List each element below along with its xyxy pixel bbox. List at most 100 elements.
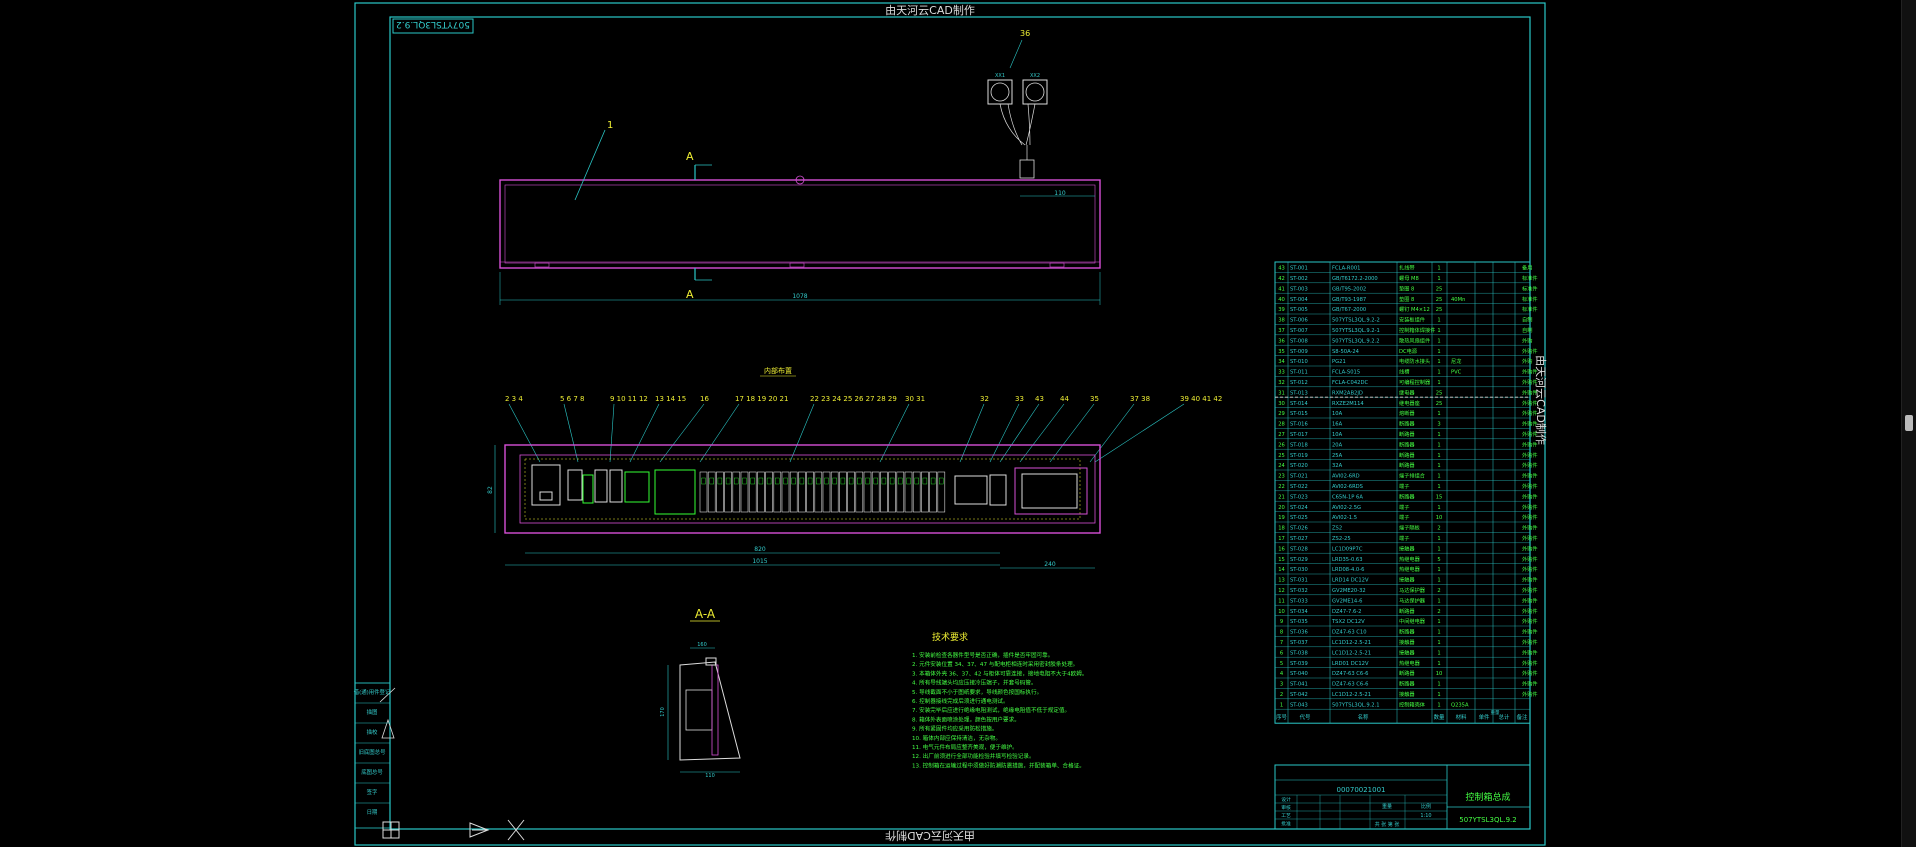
bom-cell: 端子隔板 <box>1399 524 1421 532</box>
bom-row: 16 ST-028 LC1D09P7C 接触器 1 外购件 <box>1278 544 1537 552</box>
vertical-scrollbar[interactable] <box>1901 0 1916 847</box>
callout-label: 2 3 4 <box>505 395 523 403</box>
bom-cell: 32A <box>1332 463 1343 469</box>
bom-cell: 36 <box>1278 338 1285 344</box>
title-block-scale-label: 比例 <box>1421 803 1431 810</box>
bom-cell: ST-003 <box>1290 286 1308 292</box>
bom-row: 43 ST-001 FCLA-R001 扎线带 1 备用 <box>1278 264 1532 272</box>
bom-cell: 1 <box>1437 546 1440 552</box>
bom-cell: 外购件 <box>1522 513 1538 521</box>
bom-cell: 垫圈 8 <box>1399 284 1414 292</box>
layout-dim-total: 1015 <box>752 558 767 565</box>
front-view[interactable]: 110 1 A A 1078 XX1 XX2 36 <box>499 29 1101 305</box>
bom-cell: 1 <box>1437 619 1440 625</box>
bom-cell: 外购件 <box>1522 565 1538 573</box>
bom-cell: RXM2AB2JD <box>1332 390 1363 396</box>
bom-row: 17 ST-027 ZS2-25 端子 1 外购件 <box>1278 534 1537 542</box>
bom-cell: 41 <box>1278 286 1285 292</box>
bom-cell: 1 <box>1437 702 1440 708</box>
bom-cell: 外购件 <box>1522 617 1538 625</box>
bom-cell: ST-029 <box>1290 557 1308 563</box>
bom-cell: LRD08-4.0-6 <box>1332 567 1364 573</box>
bom-cell: 垫圈 8 <box>1399 295 1414 303</box>
bom-cell: 26 <box>1278 442 1285 448</box>
bom-cell: 断路器 <box>1399 430 1415 438</box>
callout-label: 9 10 11 12 <box>610 395 648 403</box>
bom-cell: ST-043 <box>1290 702 1308 708</box>
bom-cell: ST-042 <box>1290 692 1308 698</box>
bom-row: 6 ST-038 LC1D12-2.5-21 接触器 1 外购件 <box>1280 648 1538 656</box>
bom-cell: 1 <box>1437 630 1440 636</box>
bom-cell: 控制箱体焊接件 <box>1399 326 1435 334</box>
tech-requirement-item: 11. 电气元件布局应整齐美观，便于维护。 <box>912 743 1018 751</box>
bom-cell: C65N-1P 6A <box>1332 494 1363 500</box>
bom-table[interactable]: 43 ST-001 FCLA-R001 扎线带 1 备用42 ST-002 GB/T6172.… <box>1274 261 1538 724</box>
bom-cell: ST-022 <box>1290 484 1308 490</box>
bom-cell: 标准件 <box>1522 284 1538 292</box>
bom-cell: FCLA-R001 <box>1332 266 1360 272</box>
bom-cell: 12 <box>1278 588 1285 594</box>
bom-cell: FCLA-S015 <box>1332 370 1360 376</box>
bom-row: 36 ST-008 507YTSL3QL.9.2.2 散热风扇组件 1 外购 <box>1278 336 1532 344</box>
bom-cell: 外购件 <box>1522 648 1538 656</box>
bom-cell: 外购 <box>1522 336 1532 344</box>
bom-row: 25 ST-019 25A 断路器 1 外购件 <box>1278 451 1537 459</box>
bom-cell: 1 <box>1437 380 1440 386</box>
bom-cell: 散热风扇组件 <box>1399 336 1430 344</box>
cad-drawing-canvas[interactable]: 由天河云CAD制作 由天河云CAD制作 由天河云CAD制作 507YTSL3QL… <box>0 0 1916 847</box>
tech-requirement-item: 6. 控制器接线完成后须进行通电测试。 <box>912 697 1009 705</box>
bom-cell: 外购件 <box>1522 638 1538 646</box>
watermark-bottom: 由天河云CAD制作 <box>885 829 975 843</box>
bom-cell: ST-025 <box>1290 515 1308 521</box>
bom-cell: 25 <box>1278 453 1285 459</box>
section-view[interactable]: A-A 160 170 110 <box>660 607 741 779</box>
bom-cell: 1 <box>1437 692 1440 698</box>
bom-cell: 25A <box>1332 453 1343 459</box>
bom-cell: 9 <box>1280 619 1283 625</box>
bom-cell: 继电器座 <box>1399 399 1420 407</box>
bom-cell: 17 <box>1278 536 1285 542</box>
fan-units[interactable]: XX1 XX2 36 <box>987 29 1048 179</box>
tech-requirements: 技术要求 1. 安装前检查各器件型号是否正确，插件是否牢固可靠。2. 元件安装位… <box>912 631 1087 769</box>
sign-row-label: 批准 <box>1281 820 1291 827</box>
bom-cell: ST-032 <box>1290 588 1308 594</box>
bom-row: 11 ST-033 GV2ME14-6 马达保护器 1 外购件 <box>1278 596 1537 604</box>
bom-cell: 1 <box>1437 442 1440 448</box>
tech-requirement-item: 13. 控制箱在运输过程中须做好防潮防震措施，并配装箱单、合格证。 <box>912 761 1085 769</box>
bom-cell: 13 <box>1278 578 1285 584</box>
bom-cell: 端子 <box>1399 534 1409 542</box>
bom-cell: 40 <box>1278 297 1285 303</box>
sign-row-label: 审核 <box>1281 804 1291 811</box>
left-strip-label: 日期 <box>367 809 378 816</box>
layout-dim-right: 240 <box>1044 561 1056 568</box>
bom-cell: 1 <box>1280 702 1283 708</box>
tech-requirement-item: 9. 所有紧固件均应采用防松措施。 <box>912 725 997 733</box>
bom-cell: 断路器 <box>1399 492 1415 500</box>
bom-cell: Q235A <box>1451 702 1469 708</box>
sign-row-label: 工艺 <box>1281 813 1291 819</box>
layout-view[interactable]: 内部布置 2 3 4 5 6 7 8 9 10 11 12 13 14 15 16 17 … <box>487 366 1222 569</box>
bom-cell: 1 <box>1437 505 1440 511</box>
bom-cell: LC1D12-2.5-21 <box>1332 650 1371 656</box>
bom-header-cell: 数量 <box>1434 713 1445 721</box>
bom-cell: 外购件 <box>1522 586 1538 594</box>
bom-cell: 507YTSL3QL.9.2-2 <box>1332 318 1380 324</box>
bom-row: 12 ST-032 GV2ME20-32 马达保护器 2 外购件 <box>1278 586 1537 594</box>
callout-label: 30 31 <box>905 395 925 403</box>
bom-cell: LRD14 DC12V <box>1332 578 1369 584</box>
bom-cell: 507YTSL3QL.9.2.2 <box>1332 338 1380 344</box>
bom-cell: GV2ME14-6 <box>1332 598 1362 604</box>
bom-cell: 10 <box>1278 609 1285 615</box>
scrollbar-thumb[interactable] <box>1905 415 1913 431</box>
bom-cell: ST-031 <box>1290 578 1308 584</box>
tech-requirement-item: 4. 所有导线端头均应压接冷压端子，并套号码管。 <box>912 679 1037 687</box>
bom-cell: ST-027 <box>1290 536 1308 542</box>
bom-cell: ST-038 <box>1290 650 1308 656</box>
bom-cell: 扎线带 <box>1399 264 1415 272</box>
bom-cell: 37 <box>1278 328 1285 334</box>
bom-cell: 安装板组件 <box>1399 316 1425 324</box>
bom-cell: 35 <box>1278 349 1285 355</box>
bom-row: 2 ST-042 LC1D12-2.5-21 接触器 1 外购件 <box>1280 690 1538 698</box>
bom-cell: 20A <box>1332 442 1343 448</box>
bom-cell: 外购件 <box>1522 576 1538 584</box>
